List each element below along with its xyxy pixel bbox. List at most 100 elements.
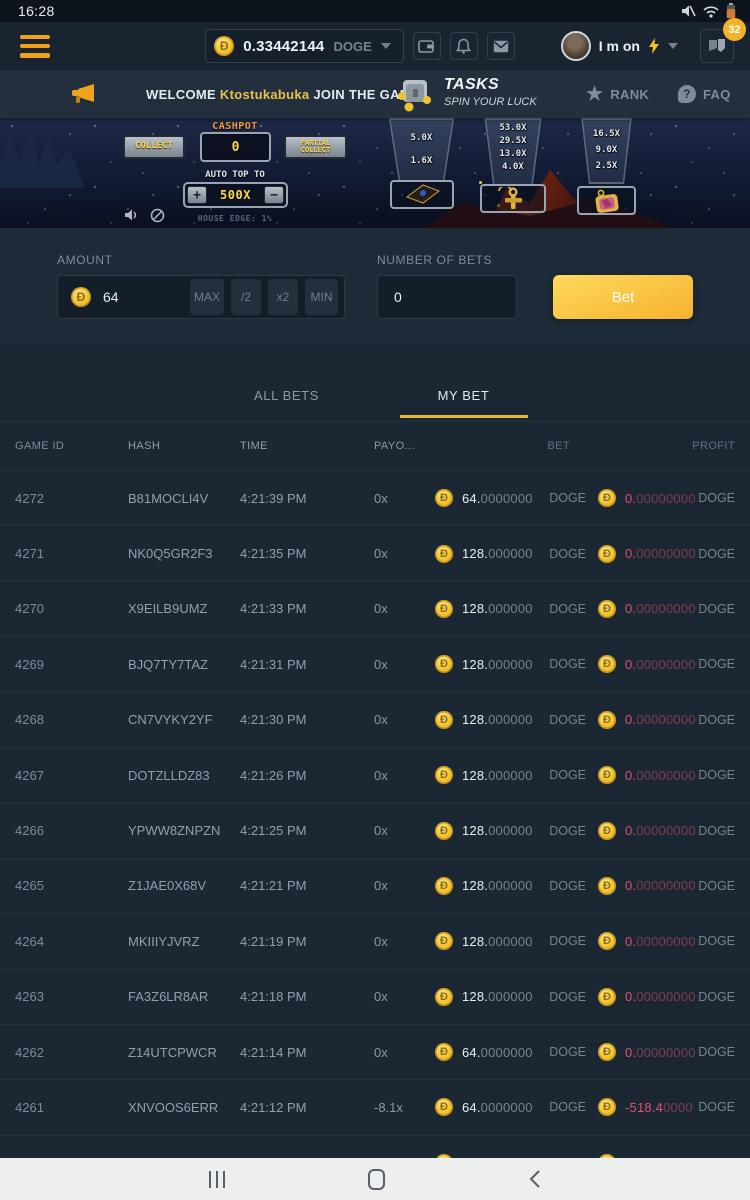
- table-row[interactable]: 4264 MKIIIYJVRZ 4:21:19 PM 0x Đ 128.0000…: [0, 913, 750, 968]
- doge-coin-icon: Đ: [598, 988, 616, 1006]
- table-row[interactable]: 4265 Z1JAE0X68V 4:21:21 PM 0x Đ 128.0000…: [0, 858, 750, 913]
- decrease-button[interactable]: −: [264, 186, 284, 204]
- relic-slot-ankh[interactable]: [480, 184, 546, 213]
- rank-button[interactable]: ★ RANK: [586, 70, 649, 118]
- col-game-id: GAME ID: [15, 440, 128, 452]
- table-row[interactable]: 4269 BJQ7TY7TAZ 4:21:31 PM 0x Đ 128.0000…: [0, 636, 750, 691]
- ankh-cross-icon: [491, 187, 535, 211]
- doge-coin-icon: Đ: [435, 877, 453, 895]
- cell-bet: Đ 128.000000 DOGE: [435, 711, 586, 729]
- col-time: TIME: [240, 440, 374, 452]
- half-button[interactable]: /2: [231, 279, 261, 315]
- balance-currency: DOGE: [333, 39, 371, 54]
- username: I m on: [599, 38, 640, 54]
- cell-hash: CN7VYKY2YF: [128, 712, 240, 727]
- cell-profit: Đ 0.00000000 DOGE: [598, 545, 735, 563]
- cell-bet: Đ 128.000000 DOGE: [435, 988, 586, 1006]
- table-row[interactable]: 4268 CN7VYKY2YF 4:21:30 PM 0x Đ 128.0000…: [0, 692, 750, 747]
- mail-icon: [493, 40, 509, 53]
- bet-currency: DOGE: [549, 768, 586, 782]
- sound-icon[interactable]: [124, 208, 139, 222]
- relic-slot-pendant[interactable]: [577, 186, 636, 215]
- cell-payout: 0x: [374, 989, 435, 1004]
- cell-profit: Đ 0.00000000 DOGE: [598, 655, 735, 673]
- table-row[interactable]: 4260 BTLT3RTVBT 4:21:09 PM 0x Đ 64.00000…: [0, 1135, 750, 1158]
- double-button[interactable]: x2: [268, 279, 298, 315]
- doge-coin-icon: Đ: [435, 600, 453, 618]
- cell-profit: Đ -518.40000 DOGE: [598, 1098, 735, 1116]
- table-row[interactable]: 4271 NK0Q5GR2F3 4:21:35 PM 0x Đ 128.0000…: [0, 525, 750, 580]
- profit-currency: DOGE: [698, 1045, 735, 1059]
- cell-game-id: 4271: [15, 546, 128, 561]
- min-button[interactable]: MIN: [305, 279, 338, 315]
- recents-button[interactable]: [209, 1171, 226, 1188]
- tasks-button[interactable]: TASKS SPIN YOUR LUCK: [396, 76, 537, 112]
- house-edge-label: HOUSE EDGE: 1%: [175, 214, 295, 223]
- chat-bubbles-icon: [707, 37, 727, 55]
- doge-coin-icon: Đ: [598, 822, 616, 840]
- menu-button[interactable]: [20, 35, 50, 58]
- cell-payout: 0x: [374, 768, 435, 783]
- tab-my-bet-label: MY BET: [438, 388, 490, 403]
- bet-currency: DOGE: [549, 934, 586, 948]
- table-row[interactable]: 4270 X9EILB9UMZ 4:21:33 PM 0x Đ 128.0000…: [0, 581, 750, 636]
- profit-currency: DOGE: [698, 713, 735, 727]
- star-icon: ★: [586, 85, 603, 104]
- number-of-bets-input[interactable]: 0: [377, 275, 517, 319]
- welcome-prefix: WELCOME: [146, 87, 216, 102]
- amount-label: AMOUNT: [57, 253, 113, 267]
- amount-input[interactable]: Đ 64 MAX /2 x2 MIN: [57, 275, 345, 319]
- user-menu[interactable]: I m on: [561, 31, 678, 61]
- cell-payout: 0x: [374, 601, 435, 616]
- profit-currency: DOGE: [698, 491, 735, 505]
- tab-my-bet[interactable]: MY BET: [400, 388, 528, 421]
- doge-coin-icon: Đ: [598, 489, 616, 507]
- welcome-message: WELCOME Ktostukabuka JOIN THE GAME: [70, 70, 420, 118]
- bet-button[interactable]: Bet: [553, 275, 693, 319]
- table-row[interactable]: 4263 FA3Z6LR8AR 4:21:18 PM 0x Đ 128.0000…: [0, 969, 750, 1024]
- cell-time: 4:21:26 PM: [240, 768, 374, 783]
- doge-coin-icon: Đ: [598, 1098, 616, 1116]
- partial-collect-button[interactable]: PARTIAL COLLECT: [284, 135, 347, 159]
- messages-button[interactable]: [487, 32, 515, 60]
- bet-currency: DOGE: [549, 547, 586, 561]
- bet-currency: DOGE: [549, 1045, 586, 1059]
- cell-hash: BJQ7TY7TAZ: [128, 657, 240, 672]
- back-button[interactable]: [528, 1169, 541, 1189]
- doge-coin-icon: Đ: [435, 1043, 453, 1061]
- max-button[interactable]: MAX: [190, 279, 224, 315]
- game-canvas[interactable]: CASHPOT COLLECT 0 PARTIAL COLLECT AUTO T…: [0, 118, 750, 228]
- table-row[interactable]: 4267 DOTZLLDZ83 4:21:26 PM 0x Đ 128.0000…: [0, 747, 750, 802]
- chat-toggle[interactable]: 32: [700, 29, 734, 63]
- cell-game-id: 4265: [15, 878, 128, 893]
- page-root: 16:28 Đ 0.33442144 DOGE I m on: [0, 0, 750, 1200]
- profit-currency: DOGE: [698, 879, 735, 893]
- faq-button[interactable]: ? FAQ: [678, 70, 731, 118]
- book-relic-icon: [401, 183, 443, 206]
- cell-profit: Đ 0.00000000 DOGE: [598, 877, 735, 895]
- doge-coin-icon: Đ: [435, 711, 453, 729]
- cell-time: 4:21:30 PM: [240, 712, 374, 727]
- cell-hash: Z1JAE0X68V: [128, 878, 240, 893]
- doge-coin-icon: Đ: [435, 822, 453, 840]
- bet-currency: DOGE: [549, 990, 586, 1004]
- notifications-button[interactable]: [450, 32, 478, 60]
- cell-payout: 0x: [374, 546, 435, 561]
- wallet-button[interactable]: [413, 32, 441, 60]
- table-row[interactable]: 4262 Z14UTCPWCR 4:21:14 PM 0x Đ 64.00000…: [0, 1024, 750, 1079]
- cell-hash: YPWW8ZNPZN: [128, 823, 240, 838]
- chat-unread-badge: 32: [723, 18, 746, 41]
- increase-button[interactable]: +: [187, 186, 207, 204]
- doge-coin-icon: Đ: [435, 932, 453, 950]
- relic-slot-book[interactable]: [390, 180, 454, 209]
- tower-multiplier: 9.0X: [596, 145, 618, 155]
- balance-selector[interactable]: Đ 0.33442144 DOGE: [205, 29, 404, 63]
- home-button[interactable]: [368, 1169, 385, 1190]
- collect-button[interactable]: COLLECT: [123, 135, 185, 159]
- cell-bet: Đ 128.000000 DOGE: [435, 655, 586, 673]
- music-mute-icon[interactable]: [150, 208, 165, 223]
- tab-all-bets[interactable]: ALL BETS: [223, 388, 351, 421]
- table-row[interactable]: 4266 YPWW8ZNPZN 4:21:25 PM 0x Đ 128.0000…: [0, 802, 750, 857]
- table-row[interactable]: 4261 XNVOOS6ERR 4:21:12 PM -8.1x Đ 64.00…: [0, 1079, 750, 1134]
- table-row[interactable]: 4272 B81MOCLI4V 4:21:39 PM 0x Đ 64.00000…: [0, 470, 750, 525]
